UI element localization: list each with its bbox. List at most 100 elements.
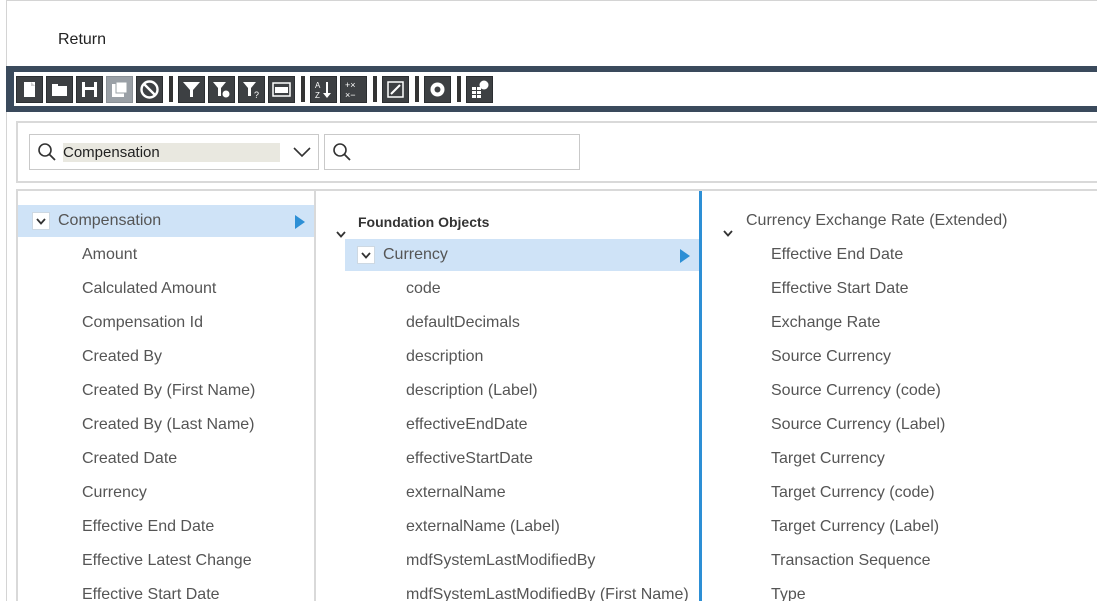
- field-item[interactable]: effectiveStartDate: [318, 443, 699, 475]
- filter-icon: [183, 81, 200, 97]
- expand-toggle[interactable]: [357, 246, 375, 264]
- field-item[interactable]: Calculated Amount: [18, 273, 314, 305]
- schedule-grid-button[interactable]: [466, 75, 493, 103]
- filter-settings-icon: [213, 81, 230, 97]
- field-label: code: [406, 280, 441, 297]
- field-item[interactable]: Source Currency (code): [705, 375, 1097, 407]
- join-icon: [272, 81, 291, 97]
- calculation-button[interactable]: +× ×−: [340, 75, 367, 103]
- field-item[interactable]: Source Currency (Label): [705, 409, 1097, 441]
- field-label: Currency: [82, 484, 147, 501]
- field-label: Created By: [82, 348, 163, 365]
- field-item[interactable]: Type: [705, 579, 1097, 601]
- field-item[interactable]: Target Currency (code): [705, 477, 1097, 509]
- schedule-grid-icon: [472, 80, 489, 98]
- cancel-button[interactable]: [136, 75, 163, 103]
- field-item[interactable]: mdfSystemLastModifiedBy (First Name): [318, 579, 699, 601]
- field-label: Effective End Date: [82, 518, 215, 535]
- filter-prompt-button[interactable]: ?: [238, 75, 265, 103]
- expand-toggle[interactable]: [336, 218, 346, 238]
- toolbar-buttons: ? A Z +× ×−: [14, 72, 1097, 106]
- toolbar-separator: [373, 76, 377, 102]
- entity-select[interactable]: Compensation: [29, 134, 319, 170]
- field-item[interactable]: Transaction Sequence: [705, 545, 1097, 577]
- field-label: mdfSystemLastModifiedBy (First Name): [406, 586, 689, 601]
- field-label: description: [406, 348, 484, 365]
- field-item[interactable]: Effective Start Date: [705, 273, 1097, 305]
- field-label: Target Currency: [771, 450, 885, 467]
- filter-settings-button[interactable]: [208, 75, 235, 103]
- relation-icon: [387, 80, 404, 98]
- filter-button[interactable]: [178, 75, 205, 103]
- field-label: Compensation Id: [82, 314, 203, 331]
- save-as-icon: [112, 81, 128, 97]
- field-item[interactable]: effectiveEndDate: [318, 409, 699, 441]
- return-link[interactable]: Return: [58, 31, 106, 49]
- tree-root-currency-exchange-rate[interactable]: Currency Exchange Rate (Extended): [705, 205, 1097, 237]
- field-item[interactable]: defaultDecimals: [318, 307, 699, 339]
- field-label: Calculated Amount: [82, 280, 217, 297]
- field-search-input[interactable]: [324, 134, 580, 170]
- chevron-down-icon: [723, 230, 733, 237]
- field-label: Type: [771, 586, 806, 601]
- settings-gear-icon: [430, 82, 445, 96]
- field-item[interactable]: Effective End Date: [18, 511, 314, 543]
- search-icon: [333, 143, 351, 161]
- svg-text:+×: +×: [345, 80, 356, 90]
- save-button[interactable]: [76, 75, 103, 103]
- tree-group-foundation-objects[interactable]: Foundation Objects: [318, 206, 699, 238]
- field-label: Target Currency (Label): [771, 518, 940, 535]
- field-item[interactable]: Exchange Rate: [705, 307, 1097, 339]
- toolbar: ? A Z +× ×−: [6, 66, 1097, 112]
- field-item[interactable]: Created By (First Name): [18, 375, 314, 407]
- caret-right-icon: [295, 215, 305, 229]
- open-folder-button[interactable]: [46, 75, 73, 103]
- field-item[interactable]: Target Currency (Label): [705, 511, 1097, 543]
- field-item[interactable]: Compensation Id: [18, 307, 314, 339]
- field-item[interactable]: Created By: [18, 341, 314, 373]
- tree-root-compensation[interactable]: Compensation: [18, 205, 314, 237]
- field-item[interactable]: Created By (Last Name): [18, 409, 314, 441]
- field-item[interactable]: description: [318, 341, 699, 373]
- tree-node-currency[interactable]: Currency: [345, 239, 699, 271]
- join-button[interactable]: [268, 75, 295, 103]
- caret-right-icon: [680, 249, 690, 263]
- field-item[interactable]: Source Currency: [705, 341, 1097, 373]
- relation-button[interactable]: [382, 75, 409, 103]
- field-item[interactable]: Effective Latest Change: [18, 545, 314, 577]
- field-label: Effective End Date: [771, 246, 904, 263]
- field-label: Effective Start Date: [82, 586, 220, 601]
- field-item[interactable]: Effective Start Date: [18, 579, 314, 601]
- toolbar-separator: [415, 76, 419, 102]
- chevron-down-icon: [36, 217, 46, 225]
- svg-text:×−: ×−: [345, 90, 356, 100]
- svg-text:A: A: [315, 81, 321, 90]
- field-label: Amount: [82, 246, 138, 263]
- field-label: Created By (First Name): [82, 382, 256, 399]
- field-item[interactable]: Effective End Date: [705, 239, 1097, 271]
- sort-button[interactable]: AZ: [310, 75, 337, 103]
- field-item[interactable]: Amount: [18, 239, 314, 271]
- field-label: effectiveEndDate: [406, 416, 528, 433]
- field-item[interactable]: externalName: [318, 477, 699, 509]
- expand-toggle[interactable]: [723, 217, 733, 237]
- chevron-down-icon[interactable]: [292, 144, 312, 160]
- field-item[interactable]: mdfSystemLastModifiedBy: [318, 545, 699, 577]
- open-folder-icon: [52, 83, 67, 96]
- settings-gear-button[interactable]: [424, 75, 451, 103]
- new-button[interactable]: [16, 75, 43, 103]
- field-label: Source Currency (Label): [771, 416, 946, 433]
- field-item[interactable]: externalName (Label): [318, 511, 699, 543]
- field-item[interactable]: Currency: [18, 477, 314, 509]
- field-item[interactable]: description (Label): [318, 375, 699, 407]
- field-label: externalName: [406, 484, 506, 501]
- search-icon: [38, 143, 56, 161]
- field-item[interactable]: Target Currency: [705, 443, 1097, 475]
- cancel-icon: [140, 79, 159, 99]
- expand-toggle[interactable]: [32, 212, 50, 230]
- toolbar-separator: [301, 76, 305, 102]
- field-item[interactable]: Created Date: [18, 443, 314, 475]
- field-item[interactable]: code: [318, 273, 699, 305]
- related-objects-column: Foundation Objects Currency code defaultDec…: [318, 191, 702, 601]
- save-as-button[interactable]: [106, 75, 133, 103]
